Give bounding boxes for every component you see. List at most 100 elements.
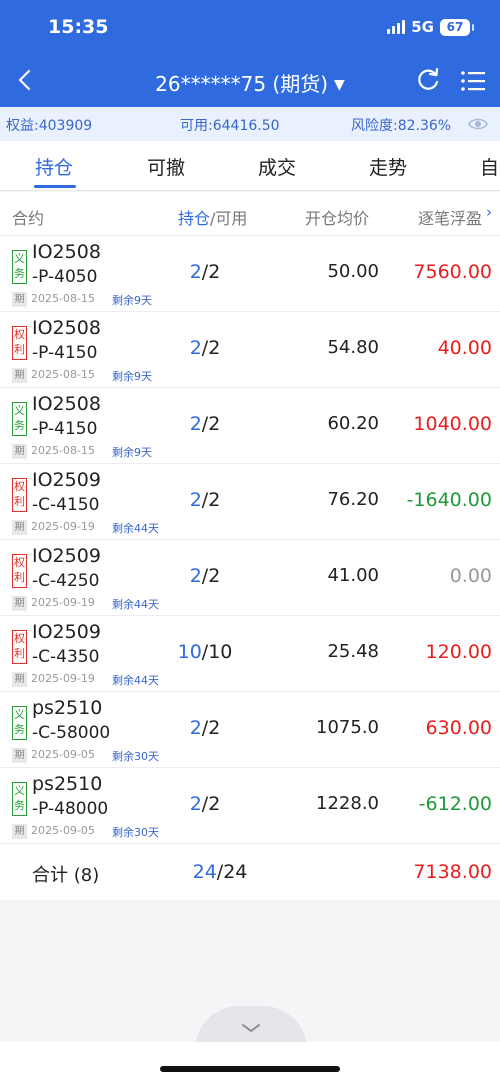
avail-qty: /2: [201, 717, 221, 739]
option-type-badge: 义务: [12, 402, 27, 436]
contract-code: ps2510: [32, 697, 103, 719]
col-avg-price[interactable]: 开仓均价: [305, 205, 369, 229]
days-remaining: 剩余44天: [112, 598, 159, 611]
col-hold-avail[interactable]: 持仓/可用: [178, 205, 247, 229]
column-header: 合约 持仓/可用 开仓均价 逐笔浮盈 ›: [0, 192, 500, 236]
chevron-right-icon[interactable]: ›: [486, 203, 492, 221]
table-row[interactable]: 权利 IO2508 -P-4150 期 2025-08-15 剩余9天 2/2 54.80 40…: [0, 312, 500, 388]
table-row[interactable]: 权利 IO2509 -C-4350 期 2025-09-19 剩余44天 10/10 25.4…: [0, 616, 500, 692]
hold-avail: 2/2: [160, 261, 250, 283]
refresh-icon: [418, 67, 439, 90]
avail-qty: /2: [201, 489, 221, 511]
contract-strike: -C-4150: [32, 495, 100, 515]
hold-avail: 10/10: [160, 641, 250, 663]
option-type-badge: 权利: [12, 630, 27, 664]
floating-pnl: 1040.00: [413, 413, 492, 435]
status-time: 15:35: [48, 16, 109, 38]
eye-icon: [468, 118, 488, 130]
refresh-button[interactable]: [415, 67, 441, 93]
battery-icon: 67: [440, 18, 474, 36]
expiry-date: 2025-09-05: [31, 824, 95, 837]
floating-pnl: -612.00: [418, 793, 492, 815]
hold-qty: 2: [189, 793, 202, 815]
contract-code: IO2509: [32, 469, 101, 491]
signal-icon: [387, 20, 406, 34]
col-pnl[interactable]: 逐笔浮盈: [418, 205, 482, 229]
avail-qty: /2: [201, 565, 221, 587]
total-avail: /24: [216, 861, 248, 883]
home-indicator[interactable]: [160, 1066, 340, 1072]
available-value: 可用:64416.50: [180, 118, 280, 134]
contract-code: ps2510: [32, 773, 103, 795]
floating-pnl: 40.00: [437, 337, 492, 359]
col-avail: /可用: [210, 209, 248, 228]
period-tag: 期: [12, 596, 27, 611]
contract-code: IO2509: [32, 621, 101, 643]
hold-avail: 2/2: [160, 337, 250, 359]
period-tag: 期: [12, 444, 27, 459]
option-type-badge: 义务: [12, 706, 27, 740]
days-remaining: 剩余30天: [112, 750, 159, 763]
menu-button[interactable]: [460, 69, 486, 93]
days-remaining: 剩余30天: [112, 826, 159, 839]
table-row[interactable]: 义务 IO2508 -P-4150 期 2025-08-15 剩余9天 2/2 60.20 10…: [0, 388, 500, 464]
tab-positions[interactable]: 持仓: [35, 153, 73, 180]
table-row[interactable]: 权利 IO2509 -C-4150 期 2025-09-19 剩余44天 2/2 76.20-…: [0, 464, 500, 540]
status-indicators: 5G 67: [387, 18, 474, 36]
avg-open-price: 60.20: [327, 413, 379, 434]
caret-down-icon: ▼: [334, 77, 345, 93]
option-type-badge: 义务: [12, 782, 27, 816]
col-contract[interactable]: 合约: [12, 205, 44, 229]
days-remaining: 剩余44天: [112, 674, 159, 687]
contract-code: IO2508: [32, 241, 101, 263]
period-tag: 期: [12, 292, 27, 307]
contract-strike: -C-58000: [32, 723, 111, 743]
expiry-date: 2025-08-15: [31, 444, 95, 457]
hold-avail: 2/2: [160, 565, 250, 587]
avg-open-price: 1075.0: [316, 717, 379, 738]
table-row[interactable]: 权利 IO2509 -C-4250 期 2025-09-19 剩余44天 2/2 41.00 0…: [0, 540, 500, 616]
expiry-date: 2025-09-05: [31, 748, 95, 761]
period-tag: 期: [12, 368, 27, 383]
hold-qty: 2: [189, 413, 202, 435]
tab-trend[interactable]: 走势: [369, 153, 407, 180]
contract-code: IO2508: [32, 393, 101, 415]
hold-avail: 2/2: [160, 793, 250, 815]
period-tag: 期: [12, 748, 27, 763]
hold-avail: 2/2: [160, 489, 250, 511]
tab-custom[interactable]: 自: [480, 153, 499, 180]
table-row[interactable]: 义务 ps2510 -P-48000 期 2025-09-05 剩余30天 2/2 1228.…: [0, 768, 500, 844]
avg-open-price: 54.80: [327, 337, 379, 358]
days-remaining: 剩余9天: [112, 370, 152, 383]
avail-qty: /10: [201, 641, 233, 663]
table-row[interactable]: 义务 ps2510 -C-58000 期 2025-09-05 剩余30天 2/2 1075.…: [0, 692, 500, 768]
avail-qty: /2: [201, 337, 221, 359]
account-summary-bar: 权益:403909 可用:64416.50 风险度:82.36%: [0, 107, 500, 141]
equity-value: 权益:403909: [6, 118, 93, 134]
hold-qty: 2: [189, 261, 202, 283]
total-hold-avail: 24/24: [160, 861, 280, 883]
total-label: 合计 (8): [32, 865, 100, 886]
contract-strike: -P-4150: [32, 419, 98, 439]
toggle-visibility-button[interactable]: [468, 114, 488, 134]
hold-qty: 2: [189, 717, 202, 739]
contract-code: IO2509: [32, 545, 101, 567]
tab-cancelable[interactable]: 可撤: [147, 153, 185, 180]
total-pnl: 7138.00: [413, 861, 492, 883]
tab-filled[interactable]: 成交: [258, 153, 296, 180]
option-type-badge: 权利: [12, 478, 27, 512]
floating-pnl: -1640.00: [406, 489, 492, 511]
tab-bar: 持仓 可撤 成交 走势 自: [0, 141, 500, 191]
list-menu-icon: [461, 71, 485, 91]
table-row[interactable]: 义务 IO2508 -P-4050 期 2025-08-15 剩余9天 2/2 50.00 75…: [0, 236, 500, 312]
avail-qty: /2: [201, 793, 221, 815]
contract-strike: -P-4150: [32, 343, 98, 363]
option-type-badge: 权利: [12, 326, 27, 360]
option-type-badge: 义务: [12, 250, 27, 284]
hold-avail: 2/2: [160, 413, 250, 435]
avg-open-price: 41.00: [327, 565, 379, 586]
chevron-down-icon: [242, 1024, 260, 1032]
hold-qty: 2: [189, 489, 202, 511]
floating-pnl: 630.00: [425, 717, 492, 739]
expiry-date: 2025-08-15: [31, 368, 95, 381]
